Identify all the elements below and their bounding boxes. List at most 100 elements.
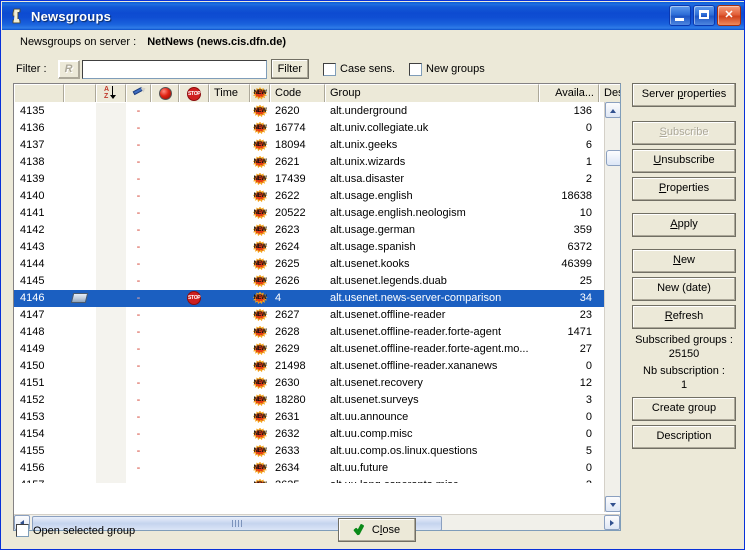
new-button[interactable]: New: [632, 249, 736, 273]
cell-id: 4151: [14, 375, 64, 392]
cell-pen: -: [126, 375, 151, 392]
filter-input[interactable]: [82, 60, 267, 79]
table-row[interactable]: 4157-NEW2635alt.uu.lang.esperanto.misc2: [14, 477, 606, 483]
cell-new: NEW: [250, 154, 270, 171]
column-header-description[interactable]: Description: [599, 84, 621, 102]
new-burst-icon: NEW: [253, 359, 268, 374]
regex-toggle-button[interactable]: R: [58, 60, 80, 79]
cell-stop: [179, 358, 209, 375]
new-date-button[interactable]: New (date): [632, 277, 736, 301]
cell-id: 4154: [14, 426, 64, 443]
table-row[interactable]: 4141-NEW20522alt.usage.english.neologism…: [14, 205, 606, 222]
column-header-time[interactable]: Time: [209, 84, 250, 102]
table-row[interactable]: 4144-NEW2625alt.usenet.kooks46399: [14, 256, 606, 273]
cell-pen: -: [126, 103, 151, 120]
column-header-id[interactable]: [14, 84, 64, 102]
column-header-code[interactable]: Code: [270, 84, 325, 102]
cell-new: NEW: [250, 222, 270, 239]
cell-time: [209, 392, 250, 409]
action-panel: Server properties Subscribe Unsubscribe …: [632, 83, 736, 453]
cell-stop: [179, 273, 209, 290]
open-selected-group-label: Open selected group: [33, 525, 135, 537]
cell-sort: [96, 120, 126, 137]
table-row[interactable]: 4142-NEW2623alt.usage.german359: [14, 222, 606, 239]
table-row[interactable]: 4152-NEW18280alt.usenet.surveys3: [14, 392, 606, 409]
table-row[interactable]: 4153-NEW2631alt.uu.announce0: [14, 409, 606, 426]
table-row[interactable]: 4149-NEW2629alt.usenet.offline-reader.fo…: [14, 341, 606, 358]
table-row[interactable]: 4136-NEW16774alt.univ.collegiate.uk0: [14, 120, 606, 137]
table-row[interactable]: 4150-NEW21498alt.usenet.offline-reader.x…: [14, 358, 606, 375]
open-selected-group-checkbox[interactable]: Open selected group: [16, 524, 135, 537]
refresh-button[interactable]: Refresh: [632, 305, 736, 329]
cell-red-light: [151, 222, 179, 239]
table-row[interactable]: 4155-NEW2633alt.uu.comp.os.linux.questio…: [14, 443, 606, 460]
cell-stop: [179, 171, 209, 188]
table-row[interactable]: 4135-NEW2620alt.underground136: [14, 103, 606, 120]
vertical-scroll-thumb[interactable]: [606, 150, 621, 166]
cell-group: alt.usenet.offline-reader.xananews: [325, 358, 539, 375]
case-sensitive-box[interactable]: [323, 63, 336, 76]
table-row[interactable]: 4139-NEW17439alt.usa.disaster2: [14, 171, 606, 188]
column-header-stop[interactable]: STOP: [179, 84, 209, 102]
unsubscribe-button[interactable]: Unsubscribe: [632, 149, 736, 173]
column-header-book[interactable]: [64, 84, 96, 102]
column-header-group[interactable]: Group: [325, 84, 539, 102]
description-button[interactable]: Description: [632, 425, 736, 449]
minimize-button[interactable]: [669, 5, 691, 26]
table-row[interactable]: 4143-NEW2624alt.usage.spanish6372: [14, 239, 606, 256]
table-row[interactable]: 4138-NEW2621alt.unix.wizards1: [14, 154, 606, 171]
cell-book: [64, 392, 96, 409]
filter-apply-button[interactable]: Filter: [271, 59, 309, 79]
properties-button[interactable]: Properties: [632, 177, 736, 201]
close-button[interactable]: Close: [338, 518, 416, 542]
table-row[interactable]: 4156-NEW2634alt.uu.future0: [14, 460, 606, 477]
cell-stop: [179, 460, 209, 477]
table-row[interactable]: 4148-NEW2628alt.usenet.offline-reader.fo…: [14, 324, 606, 341]
cell-sort: [96, 443, 126, 460]
table-row[interactable]: 4145-NEW2626alt.usenet.legends.duab25: [14, 273, 606, 290]
scroll-up-button[interactable]: [605, 102, 621, 118]
cell-pen: -: [126, 256, 151, 273]
new-groups-box[interactable]: [409, 63, 422, 76]
cell-available: 23: [539, 307, 599, 324]
case-sensitive-checkbox[interactable]: Case sens.: [323, 63, 395, 76]
cell-sort: [96, 273, 126, 290]
cell-new: NEW: [250, 273, 270, 290]
apply-button[interactable]: Apply: [632, 213, 736, 237]
table-row[interactable]: 4147-NEW2627alt.usenet.offline-reader23: [14, 307, 606, 324]
list-vertical-scrollbar[interactable]: [604, 102, 620, 512]
table-row[interactable]: 4137-NEW18094alt.unix.geeks6: [14, 137, 606, 154]
cell-code: 20522: [270, 205, 325, 222]
create-group-button[interactable]: Create group: [632, 397, 736, 421]
cell-id: 4149: [14, 341, 64, 358]
maximize-button[interactable]: [693, 5, 715, 26]
cell-available: 0: [539, 409, 599, 426]
column-header-red-light[interactable]: [151, 84, 179, 102]
newsgroups-list[interactable]: AZ STOP Time NEW Code Group Availa: [13, 83, 621, 531]
new-groups-checkbox[interactable]: New groups: [409, 63, 485, 76]
cell-new: NEW: [250, 205, 270, 222]
cell-time: [209, 154, 250, 171]
column-header-available[interactable]: Availa...: [539, 84, 599, 102]
scroll-right-button[interactable]: [604, 515, 620, 530]
column-header-sort[interactable]: AZ: [96, 84, 126, 102]
cell-sort: [96, 426, 126, 443]
cell-book: [64, 375, 96, 392]
scroll-down-button[interactable]: [605, 496, 621, 512]
table-row[interactable]: 4151-NEW2630alt.usenet.recovery12: [14, 375, 606, 392]
close-window-button[interactable]: ✕: [717, 5, 741, 26]
column-header-pen[interactable]: [126, 84, 151, 102]
table-row[interactable]: 4154-NEW2632alt.uu.comp.misc0: [14, 426, 606, 443]
table-row[interactable]: 4140-NEW2622alt.usage.english18638: [14, 188, 606, 205]
server-properties-button[interactable]: Server properties: [632, 83, 736, 107]
open-selected-group-box[interactable]: [16, 524, 29, 537]
cell-code: 2624: [270, 239, 325, 256]
cell-new: NEW: [250, 307, 270, 324]
cell-group: alt.usenet.offline-reader.forte-agent: [325, 324, 539, 341]
cell-group: alt.usage.german: [325, 222, 539, 239]
newsgroups-icon: [8, 7, 26, 25]
cell-time: [209, 239, 250, 256]
table-row[interactable]: 4146-STOPNEW4alt.usenet.news-server-comp…: [14, 290, 606, 307]
column-header-new[interactable]: NEW: [250, 84, 270, 102]
server-label: Newsgroups on server :: [20, 36, 136, 48]
